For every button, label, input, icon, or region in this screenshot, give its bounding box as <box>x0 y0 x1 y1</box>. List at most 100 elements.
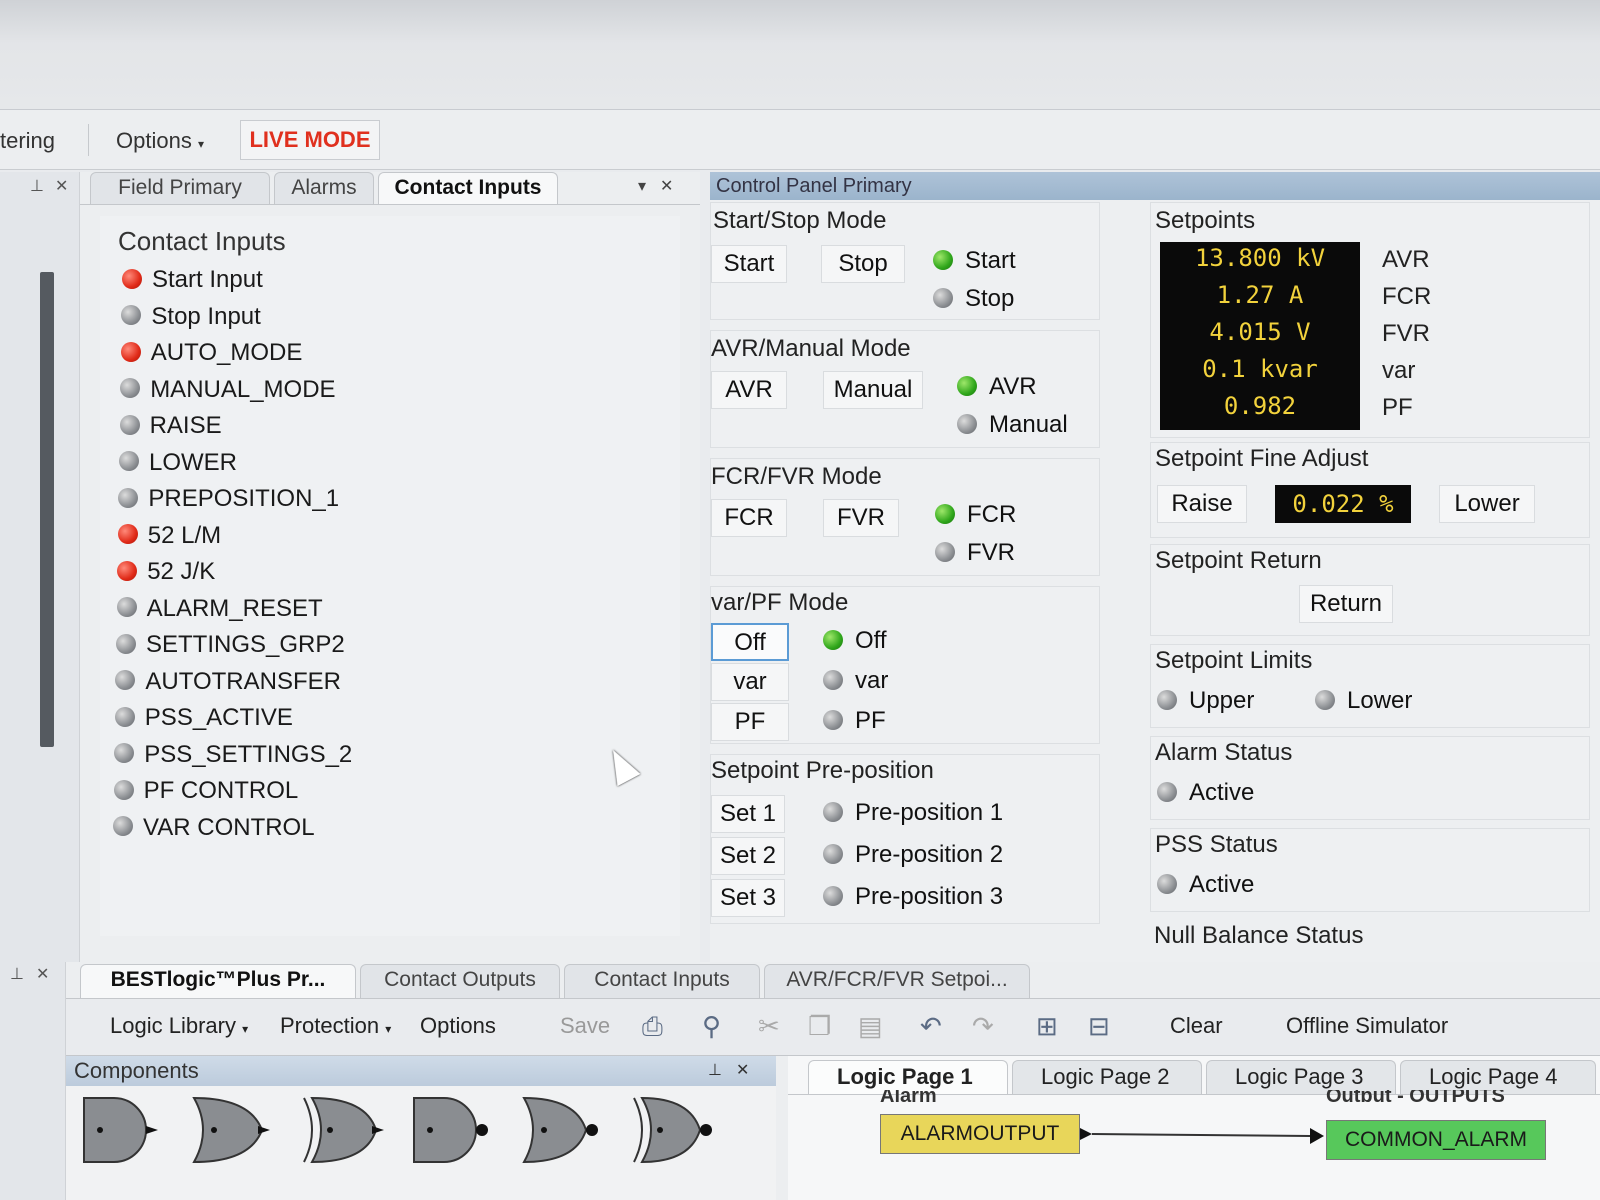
status-led-icon <box>114 743 135 764</box>
contact-input-label: AUTOTRANSFER <box>145 667 341 695</box>
setpoint-pf-label: PF <box>1382 394 1413 421</box>
copy-icon[interactable]: ❐ <box>808 1011 831 1042</box>
print-icon[interactable]: ⎙ <box>642 1011 663 1043</box>
fvr-button[interactable]: FVR <box>823 499 899 537</box>
menu-options[interactable]: Options ▾ <box>116 128 204 154</box>
redo-icon[interactable]: ↷ <box>972 1011 994 1042</box>
contact-input-item: AUTOTRANSFER <box>115 668 341 698</box>
tab-contact-outputs[interactable]: Contact Outputs <box>360 964 560 998</box>
preposition-group: Setpoint Pre-position Set 1 Set 2 Set 3 … <box>710 754 1100 924</box>
raise-button[interactable]: Raise <box>1157 485 1247 523</box>
status-led-icon <box>114 706 135 727</box>
zoom-out-icon[interactable]: ⊟ <box>1088 1011 1110 1042</box>
status-led-icon <box>117 524 138 545</box>
common-alarm-block[interactable]: COMMON_ALARM <box>1326 1120 1546 1160</box>
contact-input-label: SETTINGS_GRP2 <box>146 631 345 658</box>
offline-simulator-button[interactable]: Offline Simulator <box>1286 1013 1448 1039</box>
set2-button[interactable]: Set 2 <box>711 837 785 875</box>
tab-logic-page-2[interactable]: Logic Page 2 <box>1012 1060 1202 1094</box>
status-led-icon <box>116 633 136 654</box>
paste-icon[interactable]: ▤ <box>858 1011 883 1042</box>
close-icon[interactable]: ✕ <box>55 176 68 196</box>
stop-button[interactable]: Stop <box>821 245 905 283</box>
tab-logic-page-3[interactable]: Logic Page 3 <box>1206 1060 1396 1094</box>
pss-status-group: PSS Status Active <box>1150 828 1590 912</box>
status-led-icon <box>1157 781 1177 802</box>
logic-toolbar: Logic Library ▾ Protection ▾ Options Sav… <box>66 998 1600 1056</box>
options-menu[interactable]: Options <box>420 1013 496 1039</box>
stop-indicator-label: Stop <box>965 285 1015 312</box>
contact-input-item: VAR CONTROL <box>113 814 315 844</box>
fcr-fvr-title: FCR/FVR Mode <box>711 463 882 490</box>
setpoint-return-group: Setpoint Return Return <box>1150 544 1590 636</box>
setpoint-limits-group: Setpoint Limits Upper Lower <box>1150 644 1590 728</box>
xor-gate-icon[interactable] <box>300 1092 384 1168</box>
lower-button[interactable]: Lower <box>1439 485 1535 523</box>
var-button[interactable]: var <box>711 663 789 701</box>
left-dock-stub: ⊥ ✕ <box>0 172 80 962</box>
logic-library-menu[interactable]: Logic Library ▾ <box>110 1013 248 1039</box>
tab-contact-inputs[interactable]: Contact Inputs <box>378 172 558 204</box>
status-led-icon <box>122 268 142 289</box>
zoom-in-icon[interactable]: ⊞ <box>1036 1011 1058 1042</box>
set3-button[interactable]: Set 3 <box>711 879 785 917</box>
components-palette <box>66 1086 776 1200</box>
cut-icon[interactable]: ✂ <box>758 1011 780 1042</box>
tab-field-primary[interactable]: Field Primary <box>90 172 270 204</box>
setpoint-avr-label: AVR <box>1382 246 1430 273</box>
contact-input-item: Stop Input <box>121 303 261 333</box>
status-led-icon <box>823 709 843 730</box>
lower-limit-label: Lower <box>1347 687 1413 714</box>
xnor-gate-icon[interactable] <box>630 1092 714 1168</box>
nor-gate-icon[interactable] <box>520 1092 600 1168</box>
start-button[interactable]: Start <box>711 245 787 283</box>
return-button[interactable]: Return <box>1299 585 1393 623</box>
nand-gate-icon[interactable] <box>410 1092 490 1168</box>
pin-icon[interactable]: ⊥ <box>30 176 44 196</box>
fcr-button[interactable]: FCR <box>711 499 787 537</box>
tab-bestlogic[interactable]: BESTlogic™Plus Pr... <box>80 964 356 998</box>
find-icon[interactable]: ⚲ <box>702 1011 721 1042</box>
clear-button[interactable]: Clear <box>1170 1013 1223 1039</box>
menu-metering-partial[interactable]: tering <box>0 128 55 154</box>
contact-input-label: PREPOSITION_1 <box>148 485 340 512</box>
pin-icon[interactable]: ⊥ <box>708 1056 722 1086</box>
stop-indicator: Stop <box>933 285 1014 313</box>
pin-icon[interactable]: ⊥ <box>10 964 24 984</box>
status-led-icon <box>935 541 955 562</box>
window-title-strip <box>0 0 1600 110</box>
var-pf-off-button[interactable]: Off <box>711 623 789 661</box>
tab-logic-page-4[interactable]: Logic Page 4 <box>1400 1060 1596 1094</box>
pf-button[interactable]: PF <box>711 703 789 741</box>
tab-avr-setpoints-label: AVR/FCR/FVR Setpoi... <box>786 968 1008 991</box>
undo-icon[interactable]: ↶ <box>920 1011 942 1042</box>
contact-input-label: LOWER <box>149 448 238 476</box>
tab-alarms[interactable]: Alarms <box>274 172 374 204</box>
alarm-output-block[interactable]: ALARMOUTPUT <box>880 1114 1080 1154</box>
fcr-indicator-label: FCR <box>967 501 1017 528</box>
contact-input-item: ALARM_RESET <box>116 595 323 625</box>
close-icon[interactable]: ✕ <box>660 176 673 196</box>
status-led-icon <box>120 341 141 362</box>
tab-logic-page-1[interactable]: Logic Page 1 <box>808 1060 1008 1094</box>
avr-button[interactable]: AVR <box>711 371 787 409</box>
and-gate-icon[interactable] <box>80 1092 160 1168</box>
save-button[interactable]: Save <box>560 1013 610 1039</box>
avr-indicator: AVR <box>957 373 1037 401</box>
tab-avr-fcr-fvr-setpoints[interactable]: AVR/FCR/FVR Setpoi... <box>764 964 1030 998</box>
components-title: Components <box>74 1058 199 1083</box>
setpoints-title: Setpoints <box>1155 207 1256 234</box>
close-icon[interactable]: ✕ <box>736 1056 749 1086</box>
or-gate-icon[interactable] <box>190 1092 270 1168</box>
protection-menu[interactable]: Protection ▾ <box>280 1013 391 1039</box>
manual-button[interactable]: Manual <box>823 371 923 409</box>
live-mode-button[interactable]: LIVE MODE <box>240 120 380 160</box>
vertical-scrollbar[interactable] <box>40 272 54 747</box>
menu-bar: tering Options ▾ LIVE MODE <box>0 110 1600 170</box>
dropdown-arrow-icon[interactable]: ▾ <box>638 176 646 196</box>
lower-limit-indicator: Lower <box>1315 687 1412 715</box>
close-icon[interactable]: ✕ <box>36 964 49 984</box>
tab-contact-inputs-bottom[interactable]: Contact Inputs <box>564 964 760 998</box>
set1-button[interactable]: Set 1 <box>711 795 785 833</box>
setpoint-var-value: 0.1 kvar <box>1202 355 1318 383</box>
